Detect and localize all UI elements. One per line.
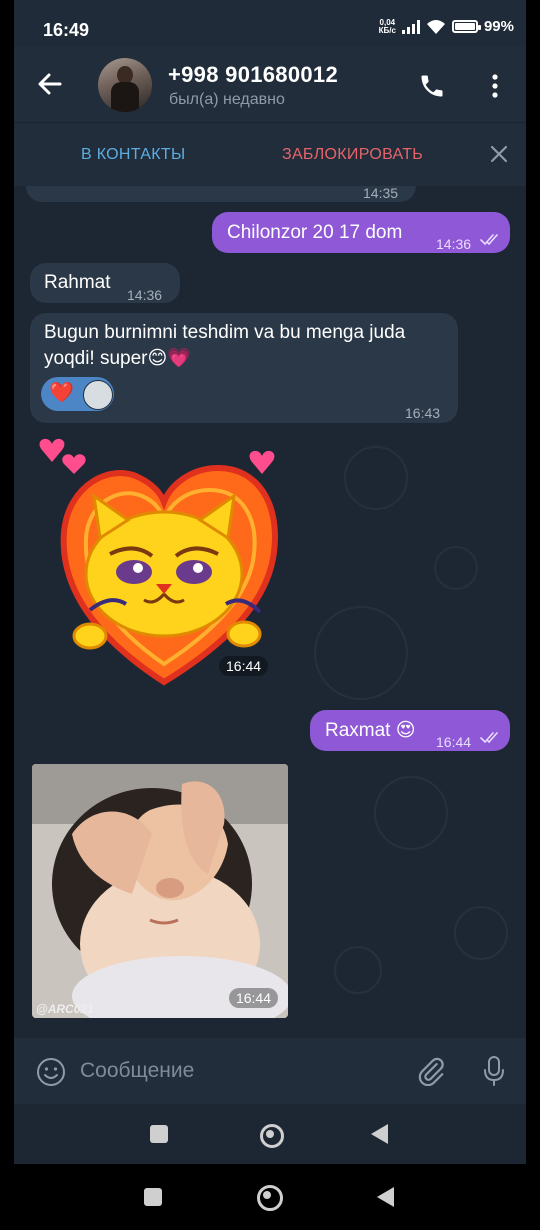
home-button[interactable] (257, 1185, 283, 1211)
message-incoming[interactable]: Bugun burnimni teshdim va bu menga juda … (30, 313, 458, 423)
more-vert-icon[interactable] (490, 72, 500, 100)
doodle-pattern (374, 776, 448, 850)
chat-title[interactable]: +998 901680012 (168, 62, 338, 88)
doodle-pattern (334, 946, 382, 994)
photo-watermark: @ARC021 (36, 1002, 94, 1016)
recents-button[interactable] (150, 1125, 168, 1143)
message-text: Chilonzor 20 17 dom (227, 222, 403, 243)
doodle-pattern (454, 906, 508, 960)
doodle-pattern (344, 446, 408, 510)
wifi-icon (426, 19, 445, 34)
message-incoming[interactable]: litimos 14:35 (26, 186, 416, 202)
double-check-icon (480, 732, 498, 744)
home-button[interactable] (260, 1124, 284, 1148)
doodle-pattern (434, 546, 478, 590)
battery-icon (451, 20, 481, 33)
lion-cat-sticker (39, 438, 278, 686)
message-input-bar (14, 1038, 526, 1104)
chat-header: +998 901680012 был(а) недавно (14, 46, 526, 122)
back-button[interactable] (377, 1187, 394, 1207)
emoji-icon[interactable] (36, 1057, 66, 1087)
last-seen-status: был(а) недавно (169, 91, 285, 108)
attach-icon[interactable] (416, 1056, 446, 1086)
message-text: Rahmat (44, 272, 111, 293)
network-speed: 0,04 КБ/с (378, 17, 396, 35)
message-text: Raxmat 😍 (325, 720, 416, 741)
signal-icon (401, 19, 420, 34)
message-time: 16:43 (405, 405, 441, 421)
message-time: 14:35 (363, 186, 399, 201)
chat-messages[interactable]: litimos 14:35 Chilonzor 20 17 dom 14:36 … (14, 186, 526, 1038)
message-time: 16:44 (228, 988, 278, 1008)
avatar[interactable] (98, 58, 152, 112)
recents-button[interactable] (144, 1188, 162, 1206)
telegram-screen: 16:49 0,04 КБ/с 99% +998 901680012 был(а… (14, 0, 526, 1164)
block-user-button[interactable]: ЗАБЛОКИРОВАТЬ (282, 146, 423, 164)
message-incoming[interactable]: Rahmat 14:36 (30, 263, 180, 303)
mic-icon[interactable] (482, 1055, 506, 1087)
back-arrow-icon[interactable] (36, 70, 64, 98)
photo-message[interactable]: @ARC021 16:44 (32, 764, 288, 1018)
message-time: 16:44 (219, 656, 269, 676)
add-to-contacts-button[interactable]: В КОНТАКТЫ (81, 146, 185, 164)
reactor-avatar (83, 380, 113, 410)
message-text: litimos (42, 186, 96, 194)
status-time: 16:49 (43, 20, 90, 40)
message-text: Bugun burnimni teshdim va bu menga juda … (44, 322, 406, 369)
message-time: 14:36 (127, 287, 163, 303)
status-indicators: 0,04 КБ/с 99% (379, 18, 514, 35)
system-navigation-bar (0, 1164, 540, 1230)
message-input[interactable] (78, 1055, 402, 1087)
phone-icon[interactable] (418, 72, 446, 100)
battery-percent: 99% (483, 18, 514, 35)
message-time: 14:36 (436, 236, 472, 252)
back-button[interactable] (371, 1124, 388, 1144)
action-bar: В КОНТАКТЫ ЗАБЛОКИРОВАТЬ (14, 122, 526, 187)
heart-reaction: ❤️ (49, 382, 74, 404)
close-icon[interactable] (490, 145, 508, 163)
doodle-pattern (314, 606, 408, 700)
message-outgoing[interactable]: Raxmat 😍 16:44 (310, 710, 510, 751)
navigation-bar (14, 1104, 526, 1164)
reaction-chip[interactable]: ❤️ (41, 377, 114, 411)
double-check-icon (480, 234, 498, 246)
message-time: 16:44 (436, 734, 472, 750)
message-outgoing[interactable]: Chilonzor 20 17 dom 14:36 (212, 212, 510, 253)
baby-heart-photo (32, 764, 288, 1018)
